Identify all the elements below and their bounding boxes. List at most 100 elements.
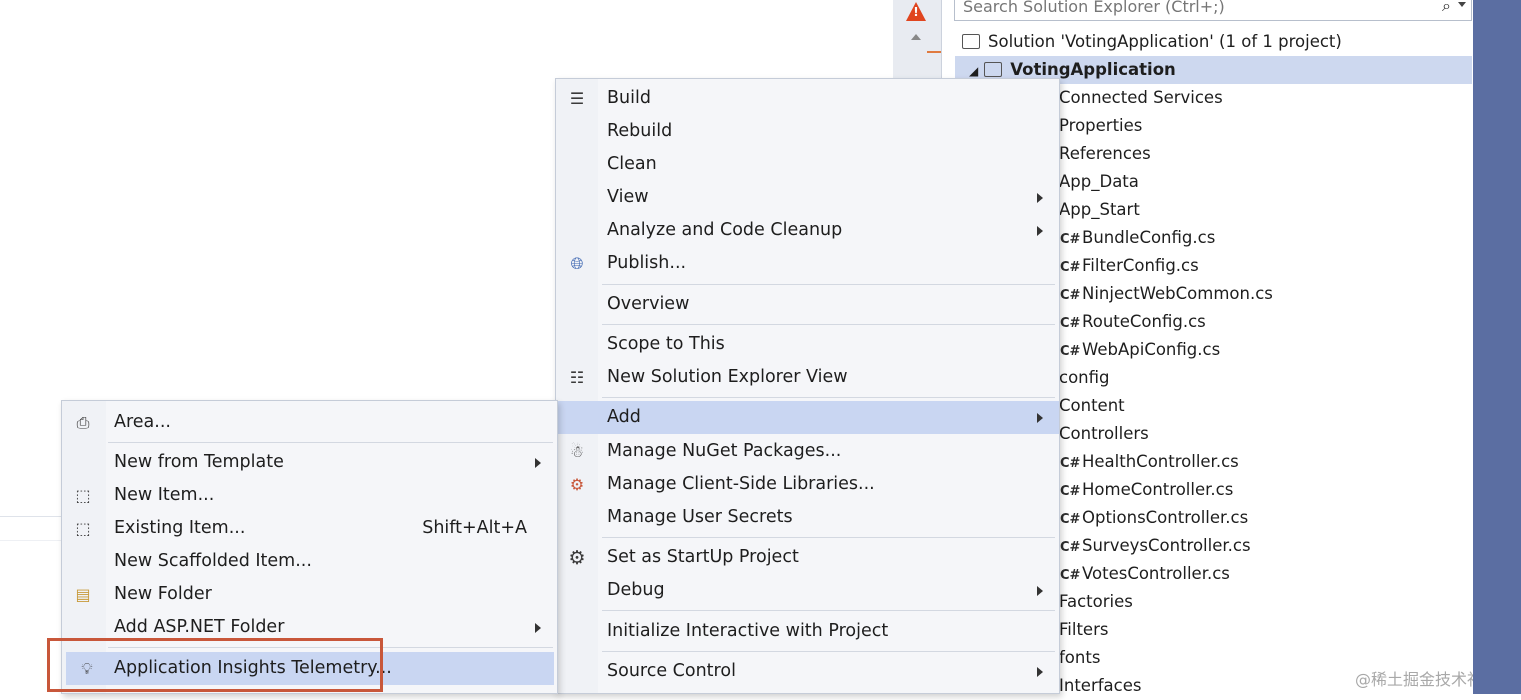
- solution-icon: [962, 34, 980, 49]
- tree-folder-node[interactable]: Controllers: [1059, 420, 1149, 448]
- tree-file-node[interactable]: C#RouteConfig.cs: [1060, 308, 1206, 336]
- csharp-file-icon: C#: [1060, 568, 1081, 583]
- scroll-up-arrow-icon[interactable]: [911, 34, 921, 40]
- menu-separator: [602, 397, 1055, 398]
- tree-item-label: NinjectWebCommon.cs: [1082, 284, 1273, 303]
- menu-item-scope[interactable]: Scope to This: [556, 328, 1059, 361]
- build-icon: ☰: [569, 89, 585, 108]
- submenu-item-new-item[interactable]: ⬚ New Item...: [62, 479, 557, 512]
- tree-folder-node[interactable]: Interfaces: [1059, 672, 1141, 700]
- project-context-menu: ☰ Build Rebuild Clean View Analyze and C…: [555, 78, 1060, 694]
- csharp-file-icon: C#: [1060, 456, 1081, 471]
- submenu-arrow-icon: [1037, 586, 1043, 596]
- menu-item-user-secrets[interactable]: Manage User Secrets: [556, 501, 1059, 534]
- menu-item-interactive[interactable]: Initialize Interactive with Project: [556, 615, 1059, 648]
- tree-item-label: BundleConfig.cs: [1082, 228, 1216, 247]
- csharp-file-icon: C#: [1060, 512, 1081, 527]
- tree-folder-node[interactable]: fonts: [1059, 644, 1100, 672]
- new-window-icon: ☷: [569, 368, 585, 387]
- csharp-file-icon: C#: [1060, 232, 1081, 247]
- menu-item-overview[interactable]: Overview: [556, 288, 1059, 321]
- tree-folder-node[interactable]: Content: [1059, 392, 1125, 420]
- callout-highlight-box: [47, 638, 383, 692]
- menu-separator: [602, 284, 1055, 285]
- tree-folder-node[interactable]: Connected Services: [1059, 84, 1223, 112]
- menu-item-new-se-view[interactable]: ☷ New Solution Explorer View: [556, 361, 1059, 394]
- csharp-file-icon: C#: [1060, 316, 1081, 331]
- menu-item-clean[interactable]: Clean: [556, 148, 1059, 181]
- csharp-file-icon: C#: [1060, 540, 1081, 555]
- tree-item-label: fonts: [1059, 648, 1101, 667]
- tree-item-label: WebApiConfig.cs: [1082, 340, 1221, 359]
- tree-folder-node[interactable]: config: [1059, 364, 1110, 392]
- warning-mark: !: [913, 5, 919, 19]
- tree-item-label: config: [1059, 368, 1110, 387]
- tree-file-node[interactable]: C#VotesController.cs: [1060, 560, 1230, 588]
- tree-folder-node[interactable]: References: [1059, 140, 1151, 168]
- folder-icon: ▤: [75, 585, 91, 604]
- submenu-item-area[interactable]: ⎙ Area...: [62, 406, 557, 439]
- submenu-arrow-icon: [1037, 193, 1043, 203]
- tree-file-node[interactable]: C#SurveysController.cs: [1060, 532, 1251, 560]
- tree-item-label: Connected Services: [1059, 88, 1223, 107]
- menu-item-view[interactable]: View: [556, 181, 1059, 214]
- tree-item-label: RouteConfig.cs: [1082, 312, 1206, 331]
- tree-folder-node[interactable]: Properties: [1059, 112, 1142, 140]
- menu-item-source-control[interactable]: Source Control: [556, 655, 1059, 688]
- menu-item-rebuild[interactable]: Rebuild: [556, 115, 1059, 148]
- tree-file-node[interactable]: C#OptionsController.cs: [1060, 504, 1248, 532]
- expand-arrow-icon[interactable]: ◢: [969, 64, 978, 78]
- submenu-item-existing-item[interactable]: ⬚ Existing Item... Shift+Alt+A: [62, 512, 557, 545]
- submenu-arrow-icon: [535, 623, 541, 633]
- tree-item-label: Content: [1059, 396, 1125, 415]
- tree-file-node[interactable]: C#NinjectWebCommon.cs: [1060, 280, 1273, 308]
- tree-item-label: App_Data: [1059, 172, 1139, 191]
- tree-item-label: App_Start: [1059, 200, 1140, 219]
- menu-item-client-libs[interactable]: ⚙︎ Manage Client-Side Libraries...: [556, 468, 1059, 501]
- tree-file-node[interactable]: C#HealthController.cs: [1060, 448, 1239, 476]
- csharp-file-icon: C#: [1060, 288, 1081, 303]
- tree-folder-node[interactable]: App_Data: [1059, 168, 1139, 196]
- globe-icon: 🌐︎: [570, 254, 584, 273]
- submenu-arrow-icon: [1037, 413, 1043, 423]
- tree-file-node[interactable]: C#HomeController.cs: [1060, 476, 1233, 504]
- submenu-arrow-icon: [1037, 667, 1043, 677]
- shortcut-text: Shift+Alt+A: [422, 518, 527, 538]
- tree-folder-node[interactable]: Factories: [1059, 588, 1133, 616]
- tree-item-label: Factories: [1059, 592, 1133, 611]
- submenu-item-new-folder[interactable]: ▤ New Folder: [62, 578, 557, 611]
- submenu-item-scaffolded[interactable]: New Scaffolded Item...: [62, 545, 557, 578]
- window-frame-edge: [1473, 0, 1521, 694]
- menu-separator: [108, 442, 553, 443]
- menu-item-startup[interactable]: ⚙︎ Set as StartUp Project: [556, 541, 1059, 574]
- menu-separator: [602, 651, 1055, 652]
- csharp-file-icon: C#: [1060, 344, 1081, 359]
- menu-item-nuget[interactable]: ☃︎ Manage NuGet Packages...: [556, 435, 1059, 468]
- client-libraries-icon: ⚙︎: [569, 475, 585, 494]
- tree-item-label: Properties: [1059, 116, 1143, 135]
- search-icon[interactable]: ⌕: [1442, 0, 1451, 16]
- tree-file-node[interactable]: C#BundleConfig.cs: [1060, 224, 1215, 252]
- submenu-item-new-from-template[interactable]: New from Template: [62, 446, 557, 479]
- tree-item-label: OptionsController.cs: [1082, 508, 1249, 527]
- tree-item-label: Filters: [1059, 620, 1109, 639]
- solution-explorer-search[interactable]: Search Solution Explorer (Ctrl+;) ⌕: [954, 0, 1472, 21]
- menu-item-publish[interactable]: 🌐︎ Publish...: [556, 247, 1059, 280]
- tree-folder-node[interactable]: Filters: [1059, 616, 1108, 644]
- search-dropdown-icon[interactable]: [1458, 2, 1466, 7]
- tree-item-label: Controllers: [1059, 424, 1149, 443]
- menu-item-add[interactable]: Add: [556, 401, 1059, 434]
- tree-file-node[interactable]: C#WebApiConfig.cs: [1060, 336, 1220, 364]
- tree-item-label: HomeController.cs: [1082, 480, 1234, 499]
- menu-item-debug[interactable]: Debug: [556, 574, 1059, 607]
- tree-file-node[interactable]: C#FilterConfig.cs: [1060, 252, 1199, 280]
- tree-solution-node[interactable]: Solution 'VotingApplication' (1 of 1 pro…: [962, 28, 1342, 56]
- menu-item-analyze[interactable]: Analyze and Code Cleanup: [556, 214, 1059, 247]
- menu-item-build[interactable]: ☰ Build: [556, 82, 1059, 115]
- new-item-icon: ⬚: [75, 486, 91, 505]
- tree-item-label: VotesController.cs: [1082, 564, 1230, 583]
- tree-folder-node[interactable]: App_Start: [1059, 196, 1140, 224]
- menu-separator: [602, 537, 1055, 538]
- menu-separator: [602, 324, 1055, 325]
- scrollbar-marker: [927, 51, 941, 53]
